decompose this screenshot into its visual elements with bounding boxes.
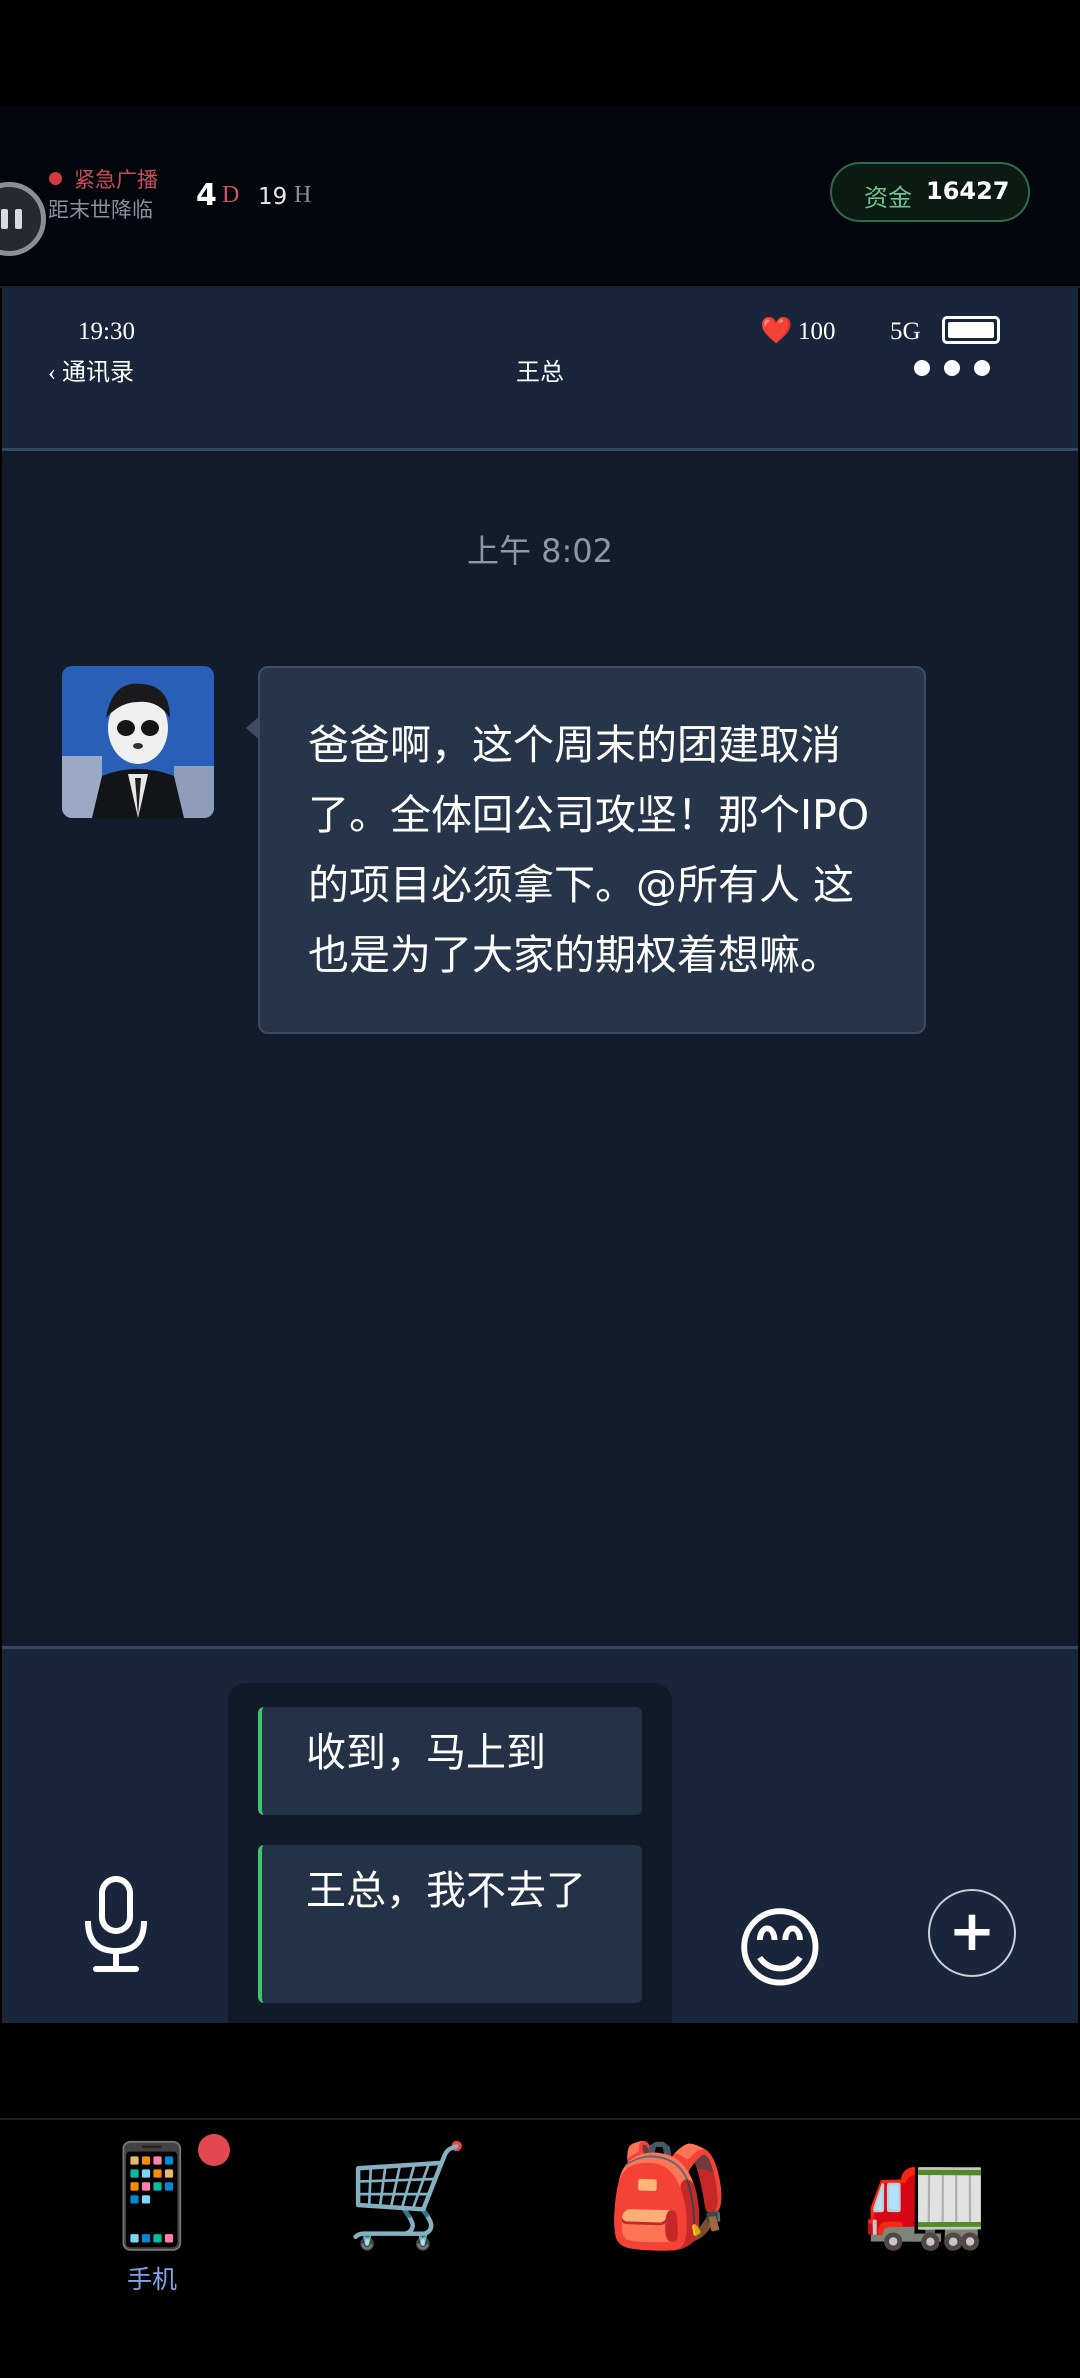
heart-icon: ❤️	[760, 316, 793, 346]
plus-icon[interactable]: +	[928, 1889, 1016, 1977]
chat-header: 19:30 ❤️ 100 5G 王总 ‹ 通讯录	[2, 288, 1078, 451]
status-time: 19:30	[78, 318, 135, 345]
notification-badge	[198, 2134, 230, 2166]
back-to-contacts-button[interactable]: ‹ 通讯录	[48, 352, 134, 387]
health-value: 100	[798, 318, 836, 345]
alert-dot-icon	[49, 172, 62, 185]
reply-options-panel: 收到，马上到 王总，我不去了	[228, 1683, 672, 2023]
chat-input-bar: 收到，马上到 王总，我不去了 😊 +	[2, 1646, 1078, 2023]
countdown-days-unit: D	[222, 182, 240, 208]
countdown-days: 4	[196, 178, 217, 213]
countdown-hours-unit: H	[294, 182, 312, 208]
back-label: 通讯录	[62, 360, 134, 386]
emoji-button[interactable]: 😊	[734, 1899, 826, 1999]
nav-item-truck[interactable]: 🚛	[826, 2120, 1026, 2320]
reply-option-decline[interactable]: 王总，我不去了	[258, 1845, 642, 2003]
reply-option-accept[interactable]: 收到，马上到	[258, 1707, 642, 1815]
countdown-hours: 19	[258, 184, 288, 210]
more-options-icon[interactable]	[914, 360, 998, 380]
funds-value: 16427	[926, 177, 1010, 205]
pause-icon-bar	[15, 209, 22, 229]
nav-item-backpack[interactable]: 🎒	[568, 2120, 768, 2320]
funds-badge: 资金 16427	[830, 162, 1030, 222]
microphone-icon[interactable]	[80, 1875, 152, 1975]
funds-label: 资金	[864, 184, 912, 212]
incoming-message-bubble: 爸爸啊，这个周末的团建取消了。全体回公司攻坚！那个IPO的项目必须拿下。@所有人…	[258, 666, 926, 1034]
network-label: 5G	[890, 318, 921, 345]
nav-item-phone[interactable]: 📱 手机	[52, 2120, 252, 2320]
emergency-broadcast-label: 紧急广播	[74, 168, 158, 192]
doomsday-countdown-label: 距末世降临	[48, 198, 153, 222]
pause-icon	[1, 209, 8, 229]
backpack-icon: 🎒	[605, 2137, 731, 2254]
truck-icon: 🚛	[863, 2137, 989, 2254]
nav-label-phone: 手机	[126, 2267, 177, 2294]
shopping-cart-icon: 🛒	[345, 2137, 471, 2254]
message-timestamp: 上午 8:02	[466, 532, 614, 570]
bottom-nav: 📱 手机 🛒 🎒 🚛	[0, 2118, 1080, 2378]
chevron-left-icon: ‹	[48, 360, 62, 386]
battery-icon	[942, 316, 1000, 344]
nav-item-shop[interactable]: 🛒	[308, 2120, 508, 2320]
contact-avatar[interactable]	[62, 666, 214, 818]
